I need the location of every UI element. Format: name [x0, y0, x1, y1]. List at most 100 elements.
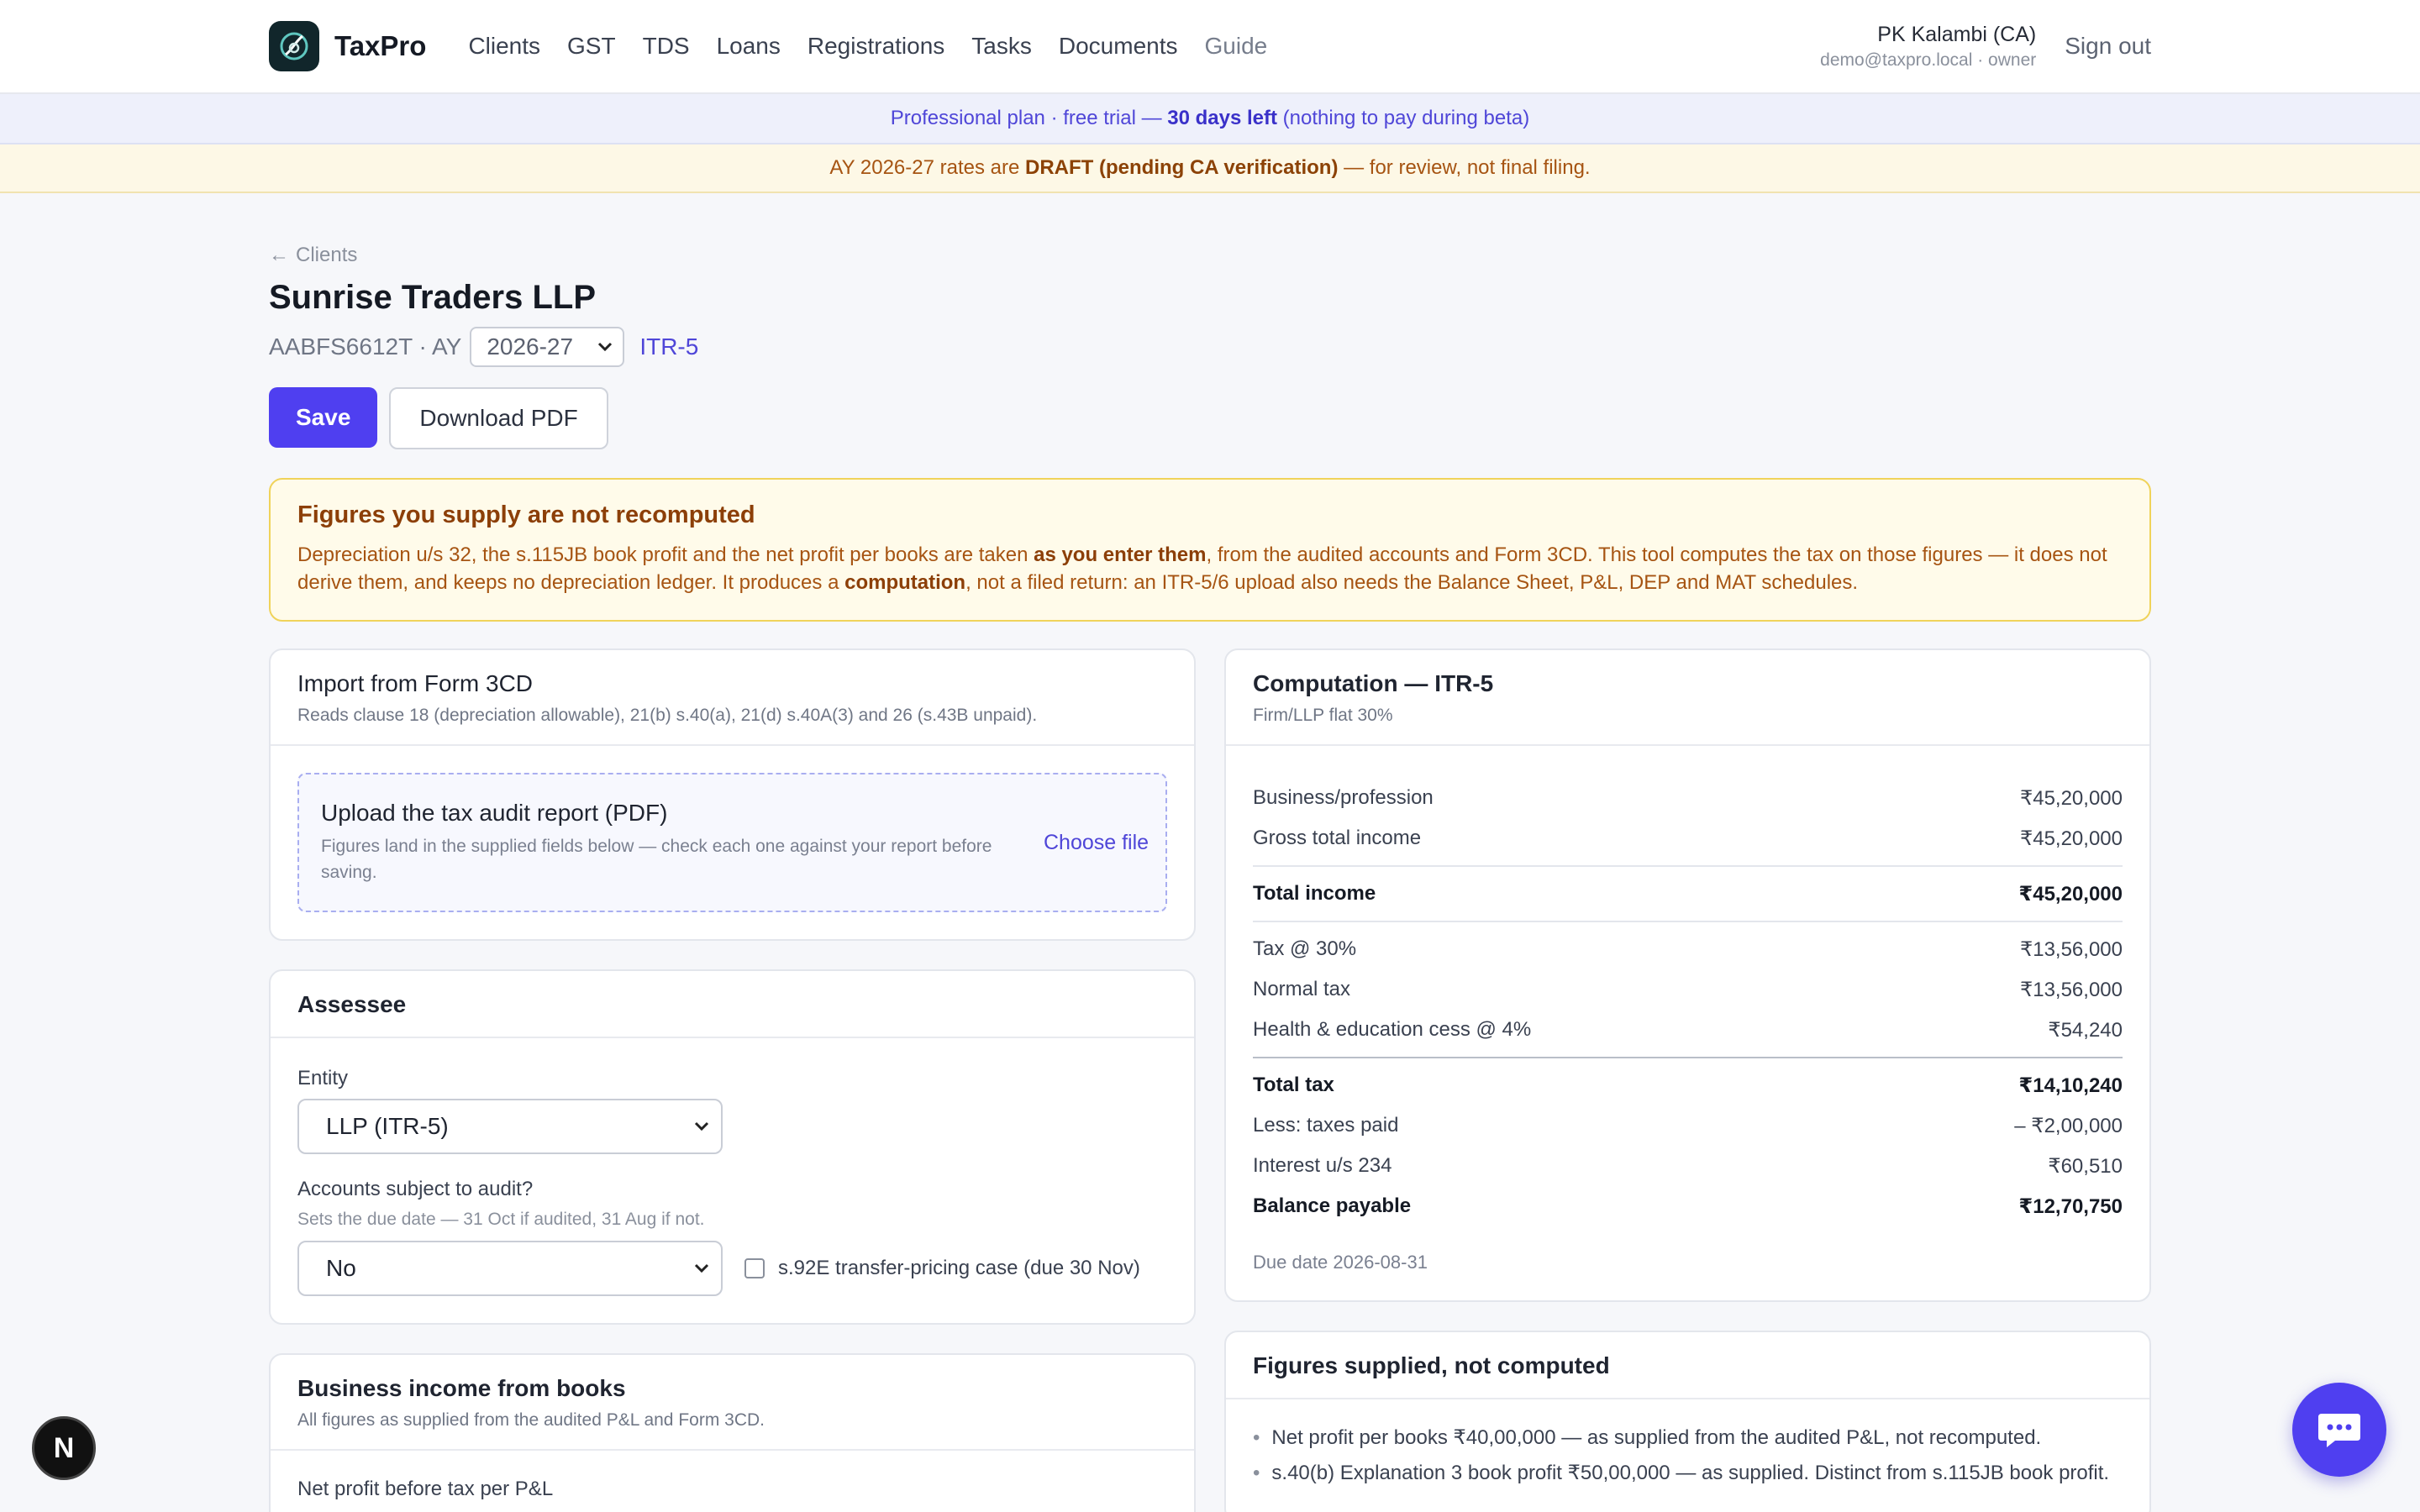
- chevron-down-icon: [694, 1263, 709, 1273]
- row-value: ₹13,56,000: [2019, 978, 2123, 1001]
- assessee-card-header: Assessee: [271, 971, 1194, 1038]
- row-label: Total tax: [1253, 1074, 1334, 1096]
- right-column: Computation — ITR-5 Firm/LLP flat 30% Bu…: [1224, 648, 2151, 1512]
- left-column: Import from Form 3CD Reads clause 18 (de…: [269, 648, 1196, 1512]
- row-value: ₹54,240: [2048, 1018, 2123, 1042]
- total-income-row: Total income ₹45,20,000: [1253, 874, 2123, 914]
- draft-banner-status: DRAFT (pending CA verification): [1025, 156, 1339, 179]
- computation-row: Gross total income ₹45,20,000: [1253, 818, 2123, 858]
- transfer-pricing-checkbox[interactable]: [744, 1258, 765, 1278]
- logo-icon: [269, 21, 319, 71]
- nav-link-clients[interactable]: Clients: [468, 33, 540, 60]
- computation-title: Computation — ITR-5: [1253, 670, 1494, 696]
- computation-card-header: Computation — ITR-5 Firm/LLP flat 30%: [1226, 650, 2149, 746]
- row-value: ₹14,10,240: [2018, 1074, 2123, 1097]
- plan-banner: Professional plan · free trial — 30 days…: [0, 94, 2420, 144]
- dev-tools-letter: N: [53, 1431, 75, 1464]
- chat-bubble-icon: [2318, 1414, 2360, 1447]
- computation-row: Normal tax ₹13,56,000: [1253, 969, 2123, 1010]
- action-buttons: Save Download PDF: [269, 387, 2151, 449]
- upload-text: Upload the tax audit report (PDF) Figure…: [321, 800, 1044, 885]
- draft-rates-banner: AY 2026-27 rates are DRAFT (pending CA v…: [0, 144, 2420, 193]
- supplied-figures-notice: Figures you supply are not recomputed De…: [269, 478, 2151, 622]
- ay-select[interactable]: 2026-27: [470, 327, 625, 367]
- back-to-clients-link[interactable]: ← Clients: [269, 244, 357, 267]
- save-button[interactable]: Save: [269, 387, 378, 448]
- notice-bold-1: as you enter them: [1034, 543, 1207, 566]
- draft-banner-suffix: — for review, not final filing.: [1344, 156, 1591, 179]
- pan-ay-label: AABFS6612T · AY: [269, 333, 462, 360]
- entity-label: Entity: [297, 1067, 349, 1089]
- row-value: ₹60,510: [2048, 1154, 2123, 1178]
- audit-select-value: No: [326, 1255, 356, 1281]
- computation-subtitle: Firm/LLP flat 30%: [1253, 706, 1393, 725]
- arrow-left-icon: ←: [269, 244, 289, 266]
- user-email-role: demo@taxpro.local · owner: [1820, 50, 2037, 70]
- import-card: Import from Form 3CD Reads clause 18 (de…: [269, 648, 1196, 941]
- list-item-text: Net profit per books ₹40,00,000 — as sup…: [1271, 1426, 2042, 1449]
- nav-link-guide[interactable]: Guide: [1205, 33, 1268, 60]
- supplied-figures-card: Figures supplied, not computed • Net prof…: [1224, 1331, 2151, 1512]
- row-value: ₹12,70,750: [2018, 1194, 2123, 1218]
- nav-link-registrations[interactable]: Registrations: [808, 33, 944, 60]
- plan-banner-days: 30 days left: [1167, 107, 1277, 129]
- itr-form-link[interactable]: ITR-5: [639, 333, 698, 360]
- ay-select-value: 2026-27: [487, 333, 574, 360]
- row-label: Business/profession: [1253, 786, 1434, 809]
- entity-select[interactable]: LLP (ITR-5): [297, 1099, 723, 1154]
- chevron-down-icon: [694, 1121, 709, 1131]
- computation-card: Computation — ITR-5 Firm/LLP flat 30% Bu…: [1224, 648, 2151, 1302]
- audit-select[interactable]: No: [297, 1241, 723, 1296]
- upload-hint: Figures land in the supplied fields belo…: [321, 837, 992, 882]
- row-label: Less: taxes paid: [1253, 1114, 1399, 1137]
- row-label: Tax @ 30%: [1253, 937, 1357, 960]
- business-income-card: Business income from books All figures a…: [269, 1353, 1196, 1512]
- choose-file-button[interactable]: Choose file: [1044, 831, 1149, 855]
- nav-link-tasks[interactable]: Tasks: [971, 33, 1032, 60]
- import-card-body: Upload the tax audit report (PDF) Figure…: [271, 746, 1194, 939]
- notice-title: Figures you supply are not recomputed: [297, 501, 755, 528]
- upload-dropzone[interactable]: Upload the tax audit report (PDF) Figure…: [297, 773, 1167, 912]
- nav-link-gst[interactable]: GST: [567, 33, 616, 60]
- business-card-title: Business income from books: [297, 1375, 626, 1401]
- row-label: Interest u/s 234: [1253, 1154, 1392, 1177]
- user-name: PK Kalambi (CA): [1877, 22, 2037, 46]
- nav-link-documents[interactable]: Documents: [1059, 33, 1178, 60]
- chevron-down-icon: [598, 342, 613, 352]
- total-tax-row: Total tax ₹14,10,240: [1253, 1065, 2123, 1105]
- download-pdf-button[interactable]: Download PDF: [389, 387, 608, 449]
- notice-text-3: , not a filed return: an ITR-5/6 upload …: [965, 571, 1859, 594]
- list-item-text: s.40(b) Explanation 3 book profit ₹50,00…: [1271, 1462, 2110, 1484]
- list-item: • Net profit per books ₹40,00,000 — as su…: [1253, 1425, 2123, 1452]
- row-value: ₹45,20,000: [2019, 827, 2123, 850]
- computation-row: Tax @ 30% ₹13,56,000: [1253, 929, 2123, 969]
- two-column-layout: Import from Form 3CD Reads clause 18 (de…: [269, 648, 2151, 1512]
- assessee-card-body: Entity LLP (ITR-5) Accounts subject to a…: [271, 1038, 1194, 1323]
- chat-button[interactable]: [2292, 1383, 2386, 1477]
- business-card-subtitle: All figures as supplied from the audited…: [297, 1410, 765, 1430]
- upload-title: Upload the tax audit report (PDF): [321, 800, 668, 826]
- nav-links: Clients GST TDS Loans Registrations Task…: [468, 33, 1267, 60]
- notice-text-1: Depreciation u/s 32, the s.115JB book pr…: [297, 543, 1034, 566]
- import-card-subtitle: Reads clause 18 (depreciation allowable)…: [297, 706, 1038, 725]
- assessee-card-title: Assessee: [297, 991, 407, 1017]
- page-title: Sunrise Traders LLP: [269, 279, 597, 316]
- supplied-card-header: Figures supplied, not computed: [1226, 1332, 2149, 1399]
- row-label: Balance payable: [1253, 1194, 1412, 1217]
- brand[interactable]: TaxPro: [269, 21, 426, 71]
- import-card-header: Import from Form 3CD Reads clause 18 (de…: [271, 650, 1194, 746]
- nav-link-loans[interactable]: Loans: [717, 33, 781, 60]
- row-label: Normal tax: [1253, 978, 1351, 1000]
- brand-name: TaxPro: [334, 30, 427, 61]
- transfer-pricing-option[interactable]: s.92E transfer-pricing case (due 30 Nov): [744, 1257, 1140, 1280]
- net-profit-label: Net profit before tax per P&L: [297, 1478, 554, 1500]
- supplied-list: • Net profit per books ₹40,00,000 — as su…: [1226, 1399, 2149, 1512]
- divider: [1253, 921, 2123, 922]
- dev-tools-badge[interactable]: N: [32, 1416, 96, 1480]
- sign-out-link[interactable]: Sign out: [2065, 33, 2151, 60]
- main-content: ← Clients Sunrise Traders LLP AABFS6612T…: [269, 244, 2151, 1512]
- list-item: • s.40(b) Explanation 3 book profit ₹50,0…: [1253, 1460, 2123, 1487]
- nav-link-tds[interactable]: TDS: [643, 33, 690, 60]
- bullet-icon: •: [1253, 1462, 1260, 1484]
- row-value: – ₹2,00,000: [2014, 1114, 2123, 1137]
